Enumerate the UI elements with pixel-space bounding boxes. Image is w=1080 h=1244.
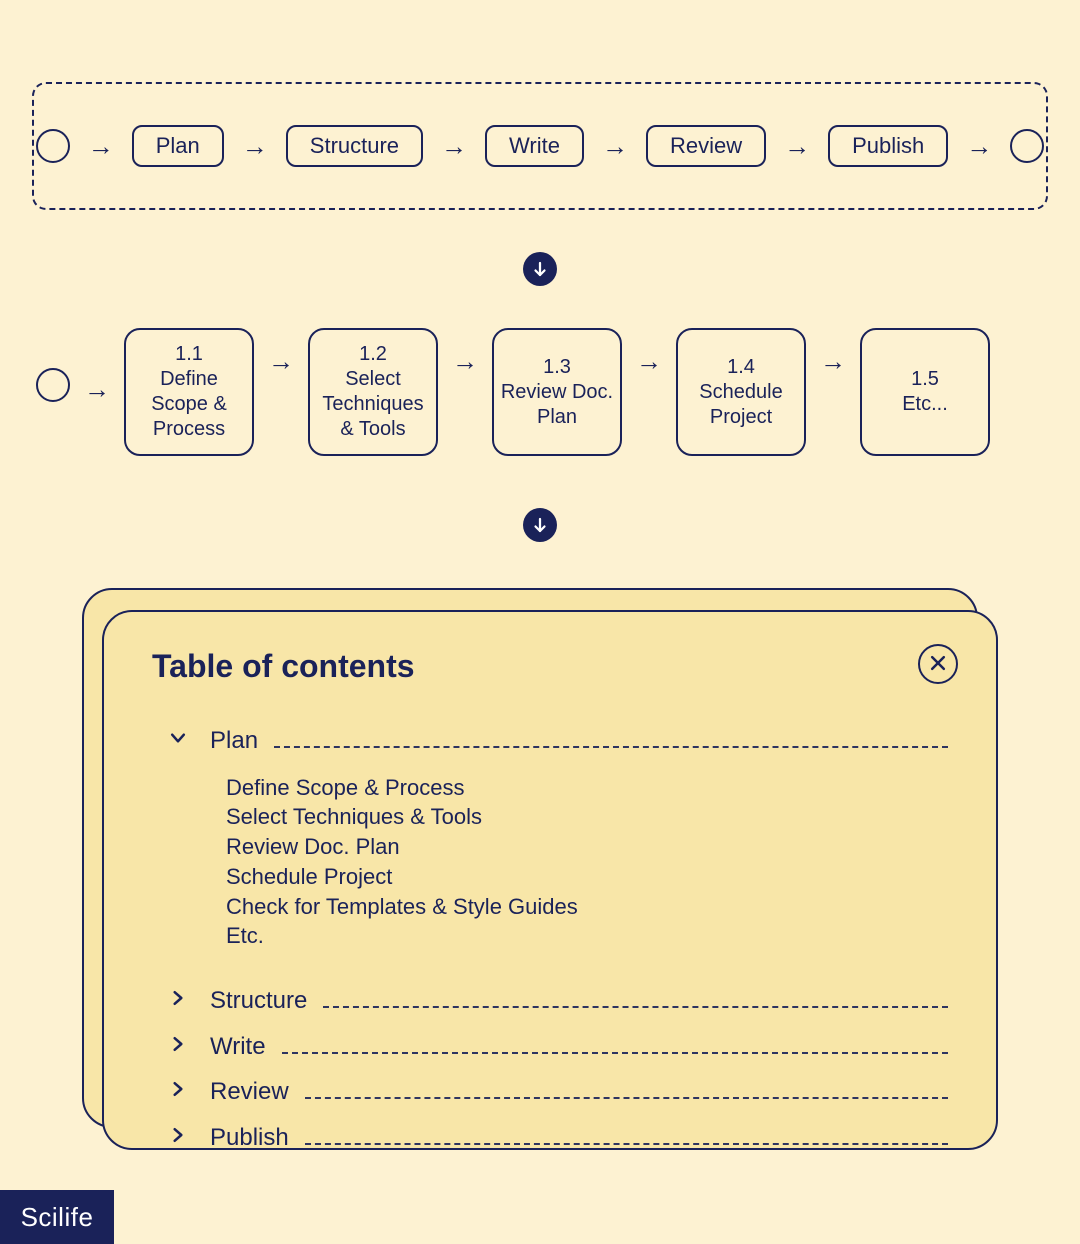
toc-item-label: Structure [210,987,307,1015]
toc-subitem[interactable]: Select Techniques & Tools [226,802,948,832]
toc-item-write[interactable]: Write [152,1025,948,1061]
arrow-right-icon: → [602,133,628,159]
sub-step-number: 1.1 [175,342,203,367]
sub-step-label: Define Scope & Process [132,367,246,442]
toc-subitem[interactable]: Check for Templates & Style Guides [226,892,948,922]
toc-subitem[interactable]: Etc. [226,921,948,951]
toc-dots [305,1071,948,1100]
arrow-right-icon: → [966,133,992,159]
toc-subitem[interactable]: Define Scope & Process [226,773,948,803]
arrow-right-icon: → [636,348,662,374]
toc-item-label: Write [210,1033,266,1061]
arrow-right-icon: → [452,348,478,374]
flow-step-structure: Structure [286,125,423,167]
toc-panel: Table of contents Plan Define Scope & Pr… [102,610,998,1150]
sub-step-number: 1.2 [359,342,387,367]
toc-title: Table of contents [152,648,948,685]
sub-step-1-2: 1.2 Select Techniques & Tools [308,328,438,456]
flow-end-circle [1010,129,1044,163]
toc-item-label: Plan [210,727,258,755]
sub-step-1-4: 1.4 Schedule Project [676,328,806,456]
toc-item-review[interactable]: Review [152,1071,948,1107]
toc-dots [305,1116,948,1145]
flow-step-review: Review [646,125,766,167]
sub-step-label: Etc... [902,392,948,417]
chevron-right-icon [168,1124,194,1152]
toc-dots [282,1025,948,1054]
sub-step-label: Review Doc. Plan [500,380,614,430]
toc-item-structure[interactable]: Structure [152,979,948,1015]
toc-subitem[interactable]: Schedule Project [226,862,948,892]
toc-dots [323,979,948,1008]
sub-step-1-1: 1.1 Define Scope & Process [124,328,254,456]
flow-step-publish: Publish [828,125,948,167]
flow-step-plan: Plan [132,125,224,167]
close-button[interactable] [918,644,958,684]
toc-dots [274,719,948,748]
flow-step-write: Write [485,125,584,167]
arrow-right-icon: → [784,133,810,159]
toc-item-publish[interactable]: Publish [152,1116,948,1152]
toc-item-label: Review [210,1078,289,1106]
arrow-right-icon: → [88,133,114,159]
process-flow-top: → Plan → Structure → Write → Review → Pu… [32,82,1048,210]
toc-panel-wrap: Table of contents Plan Define Scope & Pr… [82,588,998,1150]
brand-tab: Scilife [0,1190,114,1244]
close-icon [928,653,948,676]
sub-step-1-3: 1.3 Review Doc. Plan [492,328,622,456]
arrow-right-icon: → [820,348,846,374]
chevron-right-icon [168,1078,194,1106]
arrow-down-icon [523,508,557,542]
chevron-right-icon [168,987,194,1015]
arrow-right-icon: → [268,348,294,374]
toc-subitems-plan: Define Scope & Process Select Techniques… [226,773,948,951]
flow-start-circle [36,368,70,402]
sub-step-number: 1.5 [911,367,939,392]
process-flow-sub: → 1.1 Define Scope & Process → 1.2 Selec… [36,328,1044,468]
arrow-right-icon: → [242,133,268,159]
arrow-right-icon: → [441,133,467,159]
chevron-down-icon [168,727,194,755]
toc-list: Plan Define Scope & Process Select Techn… [152,719,948,1152]
sub-step-label: Schedule Project [684,380,798,430]
flow-start-circle [36,129,70,163]
sub-step-number: 1.3 [543,355,571,380]
sub-step-label: Select Techniques & Tools [316,367,430,442]
toc-item-label: Publish [210,1124,289,1152]
toc-subitem[interactable]: Review Doc. Plan [226,832,948,862]
arrow-right-icon: → [84,376,110,402]
sub-step-1-5: 1.5 Etc... [860,328,990,456]
toc-item-plan[interactable]: Plan [152,719,948,755]
chevron-right-icon [168,1033,194,1061]
sub-step-number: 1.4 [727,355,755,380]
arrow-down-icon [523,252,557,286]
